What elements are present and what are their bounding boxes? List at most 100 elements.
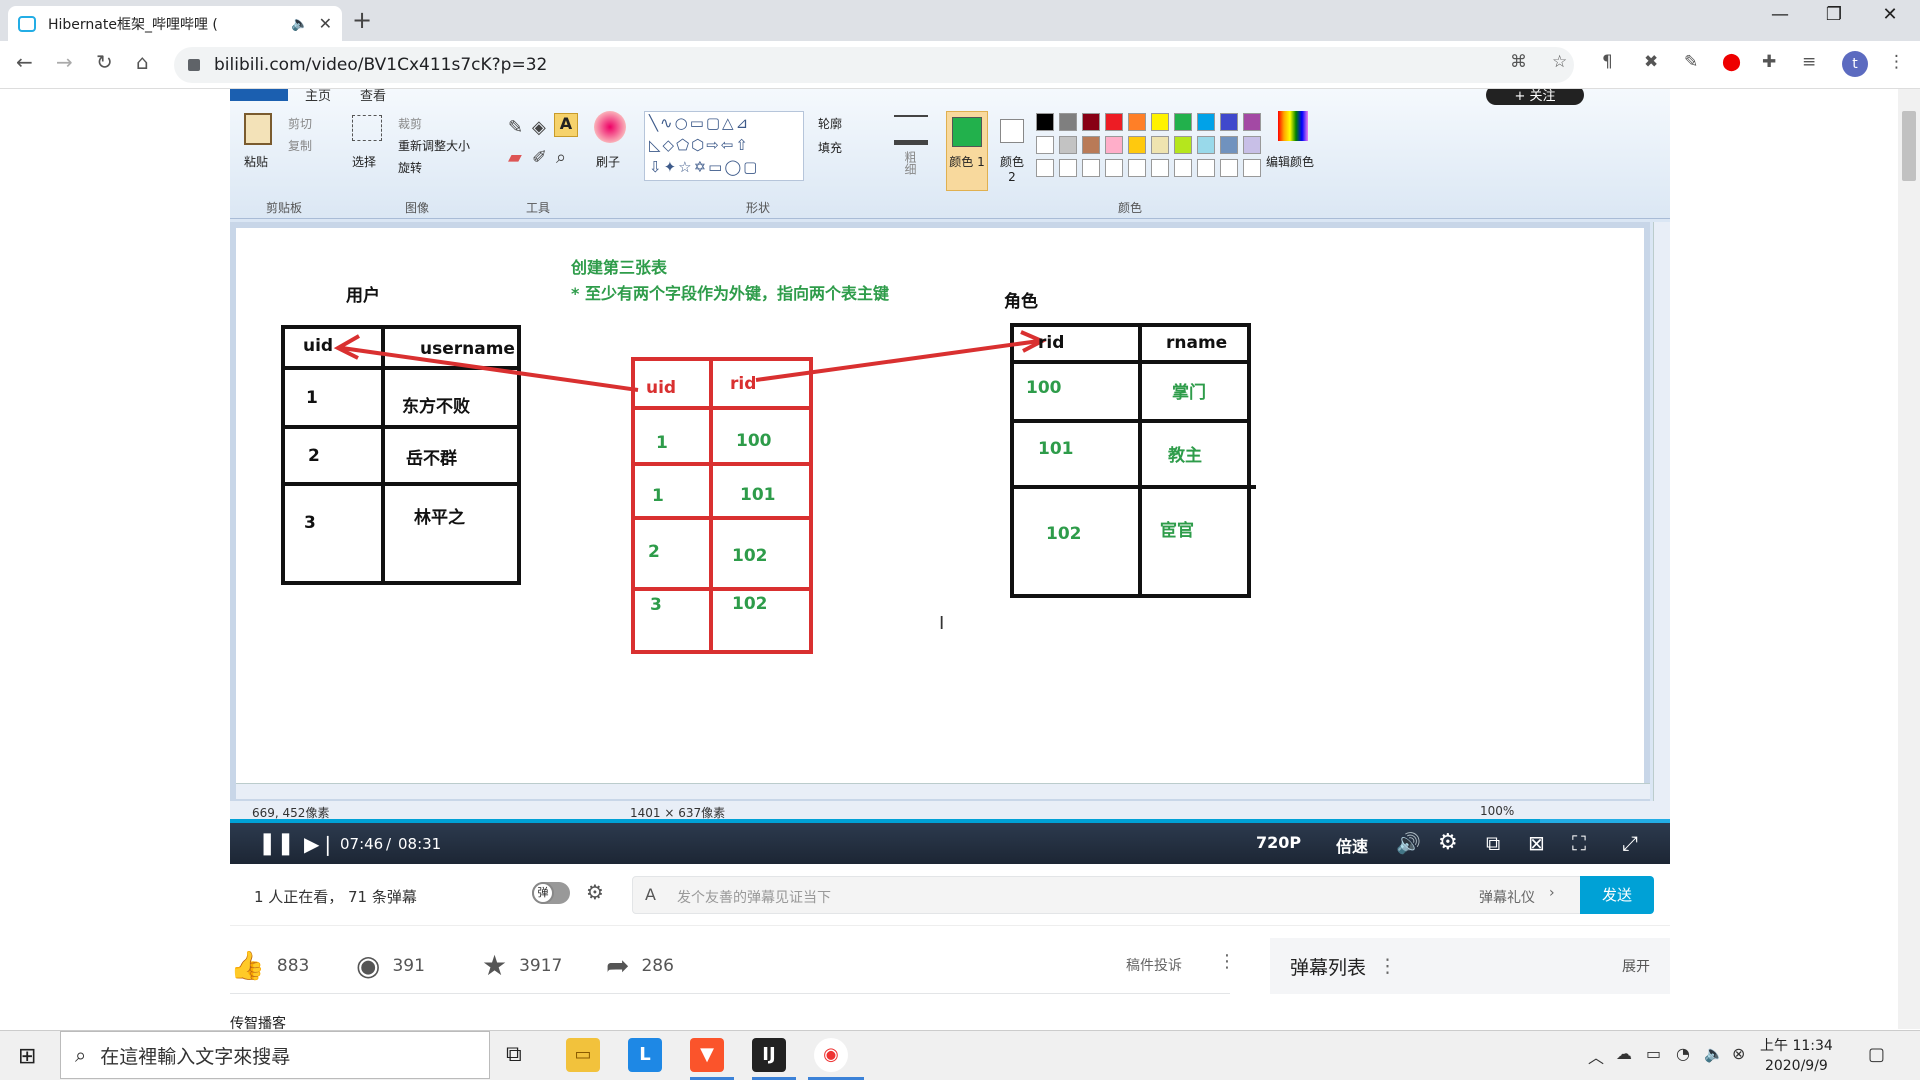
danmaku-list-expand[interactable]: 展开	[1622, 956, 1650, 976]
coin-button[interactable]: ◉ 391	[356, 949, 425, 982]
user-label: 用户	[346, 286, 380, 306]
volume-icon[interactable]: 🔊	[1396, 831, 1421, 855]
browser-tab[interactable]: Hibernate框架_哔哩哔哩 ( 🔈 ✕	[8, 6, 342, 41]
chevron-right-icon: ›	[1549, 885, 1555, 901]
audio-icon[interactable]: 🔈	[291, 16, 308, 32]
like-button[interactable]: 👍 883	[230, 949, 309, 982]
danmaku-list-menu-icon[interactable]: ⋮	[1378, 955, 1397, 977]
color-swatch	[1243, 136, 1261, 154]
palette-row-2	[1036, 136, 1261, 154]
profile-avatar[interactable]: t	[1842, 51, 1868, 77]
onedrive-icon[interactable]: ☁	[1616, 1044, 1632, 1063]
translate-icon[interactable]: ⌘	[1510, 52, 1527, 72]
windows-start-icon[interactable]: ⊞	[18, 1044, 36, 1069]
puzzle-icon[interactable]: ✚	[1762, 52, 1776, 72]
notification-x-icon[interactable]: ⊗	[1732, 1044, 1745, 1063]
url-text: bilibili.com/video/BV1Cx411s7cK?p=32	[214, 55, 548, 75]
clock-date: 2020/9/9	[1764, 1058, 1828, 1074]
image-group-label: 图像	[405, 201, 430, 215]
action-center-icon[interactable]: ▢	[1868, 1044, 1885, 1065]
more-icon[interactable]: ⋮	[1218, 951, 1236, 972]
pip-icon[interactable]: ⧉	[1486, 831, 1500, 855]
minimize-button[interactable]: —	[1752, 4, 1808, 25]
danmaku-list-panel[interactable]: 弹幕列表 ⋮ 展开	[1270, 938, 1670, 994]
link-header-rid: rid	[730, 374, 757, 394]
colors-group-label: 颜色	[1118, 201, 1143, 215]
share-button[interactable]: ➦ 286	[606, 949, 674, 982]
back-icon[interactable]: ←	[16, 50, 33, 74]
time-total: 08:31	[398, 835, 442, 853]
user-row-2-uid: 2	[308, 446, 320, 466]
color2-swatch	[1000, 119, 1024, 143]
media-icon[interactable]: ≡	[1802, 52, 1816, 72]
danmaku-placeholder: 发个友善的弹幕见证当下	[677, 890, 831, 906]
danmaku-etiquette-link[interactable]: 弹幕礼仪	[1479, 887, 1535, 907]
webfullscreen-icon[interactable]: ⛶	[1572, 831, 1586, 855]
page-scrollbar[interactable]	[1898, 89, 1920, 1029]
close-window-button[interactable]: ✕	[1862, 4, 1918, 25]
link-row-2-rid: 101	[740, 485, 776, 505]
link-row-3-uid: 2	[648, 542, 660, 562]
bookmark-star-icon[interactable]: ☆	[1552, 52, 1567, 72]
forward-icon[interactable]: →	[56, 50, 73, 74]
canvas: 创建第三张表 * 至少有两个字段作为外键，指向两个表主键 用户 角色 uid u…	[236, 228, 1644, 783]
quality-button[interactable]: 720P	[1256, 833, 1301, 852]
restore-button[interactable]: ❐	[1806, 4, 1862, 25]
pause-button[interactable]: ❚❚	[258, 831, 295, 856]
extension-icon[interactable]: ¶	[1602, 52, 1613, 72]
crop-label: 裁剪	[398, 117, 423, 131]
follow-button: + 关注	[1486, 89, 1584, 105]
fill-label: 填充	[818, 141, 843, 155]
tray-chevron-icon[interactable]: ︿	[1588, 1044, 1604, 1068]
paint-status-bar: 669, 452像素 1401 × 637像素 100%	[230, 801, 1670, 823]
size-label: 粗细	[903, 151, 917, 175]
color-swatch	[1151, 113, 1169, 131]
fill-icon: ◈	[532, 117, 546, 138]
text-icon: A	[554, 113, 578, 137]
speed-button[interactable]: 倍速	[1336, 833, 1368, 857]
home-icon[interactable]: ⌂	[136, 50, 149, 74]
resize-label: 重新调整大小	[398, 139, 471, 153]
taskbar-clock[interactable]: 上午 11:34 2020/9/9	[1760, 1036, 1833, 1076]
menu-icon[interactable]: ⋮	[1888, 52, 1905, 72]
fullscreen-icon[interactable]: ⤢	[1622, 831, 1638, 855]
danmaku-settings-icon[interactable]: ⚙	[586, 880, 604, 904]
wifi-icon[interactable]: ◔	[1676, 1044, 1690, 1063]
user-row-1-uid: 1	[306, 388, 318, 408]
intellij-icon[interactable]: IJ	[752, 1038, 786, 1072]
close-tab-icon[interactable]: ✕	[319, 14, 332, 33]
address-bar[interactable]: bilibili.com/video/BV1Cx411s7cK?p=32	[174, 47, 1574, 83]
settings-gear-icon[interactable]: ⚙	[1438, 830, 1458, 855]
danmaku-toggle[interactable]: 弹	[532, 882, 570, 904]
shapes-gallery: ╲∿○▭▢△⊿ ◺◇⬠⬡⇨⇦⇧ ⇩✦☆✡▭◯▢	[644, 111, 804, 181]
clock-time: 上午 11:34	[1760, 1038, 1833, 1054]
color1-swatch	[952, 117, 982, 147]
next-button[interactable]: ▶❘	[304, 832, 336, 856]
task-view-icon[interactable]: ⧉	[506, 1042, 522, 1067]
chrome-icon[interactable]: ◉	[814, 1038, 848, 1072]
note-title: 创建第三张表	[571, 258, 668, 277]
canvas-hscroll	[236, 783, 1650, 799]
widescreen-icon[interactable]: ⊠	[1528, 831, 1545, 855]
reload-icon[interactable]: ↻	[96, 50, 113, 74]
app-l-icon[interactable]: L	[628, 1038, 662, 1072]
user-header-username: username	[420, 339, 515, 359]
favorite-button[interactable]: ★ 3917	[482, 949, 562, 982]
brush-icon	[594, 111, 626, 143]
new-tab-button[interactable]: +	[352, 6, 372, 34]
video-frame[interactable]: 主页 查看 + 关注 粘贴 剪切 复制 剪贴板 选择 裁剪 重新调整大小 旋转 …	[230, 89, 1670, 864]
danmaku-input[interactable]: A 发个友善的弹幕见证当下 弹幕礼仪 ›	[632, 876, 1584, 914]
report-link[interactable]: 稿件投诉	[1126, 955, 1182, 975]
font-style-icon[interactable]: A	[645, 885, 656, 904]
extension-x-icon[interactable]: ✖	[1644, 52, 1658, 72]
volume-tray-icon[interactable]: 🔈	[1704, 1044, 1724, 1063]
adblock-icon[interactable]: ⬤	[1722, 52, 1741, 72]
battery-icon[interactable]: ▭	[1646, 1044, 1661, 1063]
taskbar-search[interactable]: ⌕ 在這裡輸入文字來搜尋	[60, 1031, 490, 1079]
brave-icon[interactable]: ▼	[690, 1038, 724, 1072]
tools-group-label: 工具	[526, 201, 551, 215]
extension-icon[interactable]: ✎	[1684, 52, 1698, 72]
color-swatch	[1082, 113, 1100, 131]
file-explorer-icon[interactable]: ▭	[566, 1038, 600, 1072]
send-button[interactable]: 发送	[1580, 876, 1654, 914]
